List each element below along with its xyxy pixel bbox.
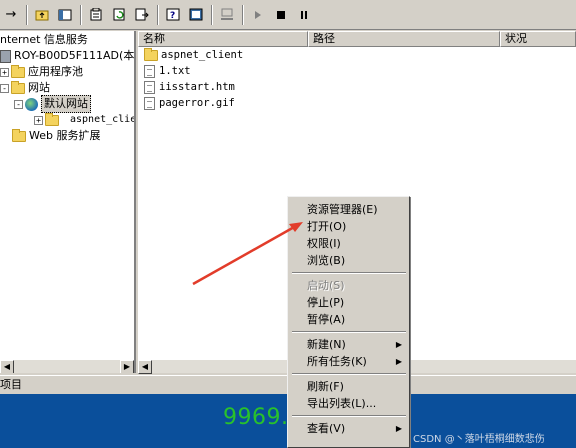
mmc-window: → ? nternet 信息服务 ROY-B00D5F111AD(本 + 应用程…: [0, 0, 576, 448]
annotation-arrow-icon: [192, 222, 303, 286]
